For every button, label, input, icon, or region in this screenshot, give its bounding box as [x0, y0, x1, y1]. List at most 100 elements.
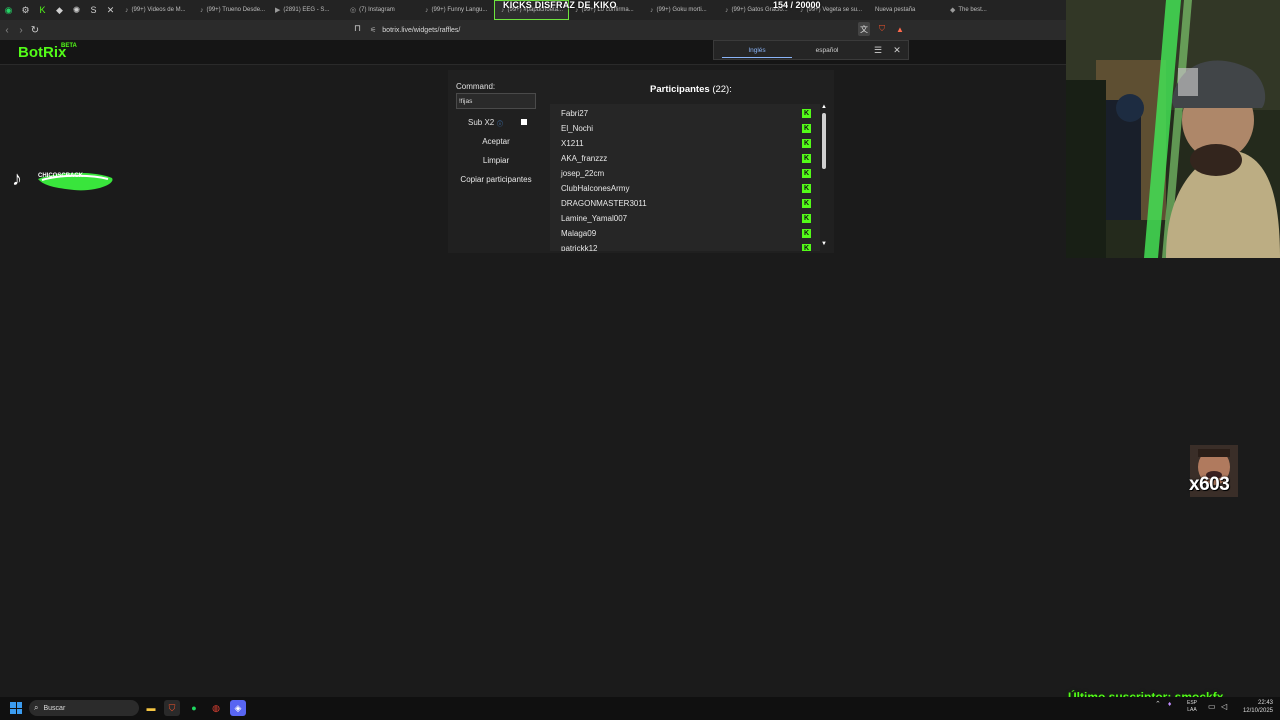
muted-icon[interactable]: ✕: [102, 0, 119, 20]
tiktok-icon: ♪: [12, 168, 22, 190]
windows-start-icon[interactable]: [10, 702, 22, 714]
participant-name: josep_22cm: [561, 168, 605, 178]
back-icon[interactable]: ‹: [0, 20, 14, 40]
participant-name: patrickk12: [561, 243, 598, 252]
site-settings-icon[interactable]: ⚟: [370, 26, 376, 34]
close-icon[interactable]: ✕: [890, 45, 904, 56]
diamond-icon[interactable]: ◆: [51, 0, 68, 20]
browser-tab[interactable]: ◎ (7) Instagram: [344, 0, 419, 20]
stream-title: KICKS DISFRAZ DE KIKO: [503, 0, 617, 10]
participant-row: Lamine_Yamal007 K: [561, 211, 811, 225]
kick-badge-icon: K: [802, 123, 811, 133]
tab-favicon-icon: ♪: [125, 6, 129, 14]
participant-row: X1211 K: [561, 136, 811, 150]
brave-browser-icon[interactable]: ⛉: [164, 700, 180, 716]
tab-label: (99+) Funny Langu...: [431, 7, 488, 13]
tray-chevron-icon[interactable]: ⌃: [1155, 700, 1161, 708]
tab-label: (99+) Trueno Desde...: [206, 7, 266, 13]
copy-participants-button[interactable]: Copiar participantes: [453, 173, 539, 187]
participants-count: (22):: [712, 84, 732, 95]
browser-tab[interactable]: ◆ The best...: [944, 0, 1019, 20]
translate-popup: Inglés español ☰ ✕: [713, 40, 909, 60]
translate-icon[interactable]: 文: [858, 22, 870, 36]
scrollbar-thumb[interactable]: [822, 113, 826, 169]
tray-lang-2: LAA: [1187, 707, 1197, 713]
volume-icon[interactable]: ◁: [1221, 702, 1227, 711]
address-bar[interactable]: ⚟ botrix.live/widgets/raffles/: [370, 23, 860, 37]
brave-rewards-icon[interactable]: ▲: [894, 22, 906, 36]
browser-tab[interactable]: ♪ (99+) Funny Langu...: [419, 0, 494, 20]
bookmark-icon[interactable]: ⊓: [354, 23, 361, 34]
tab-label: (99+) Goku morti...: [656, 7, 707, 13]
url-text: botrix.live/widgets/raffles/: [382, 26, 461, 34]
search-placeholder: Buscar: [43, 704, 66, 712]
sub-x2-label: Sub X2: [468, 118, 495, 127]
kick-badge-icon: K: [802, 228, 811, 238]
command-input[interactable]: [456, 93, 536, 109]
scroll-up-arrow-icon[interactable]: ▲: [820, 104, 828, 110]
kick-badge-icon: K: [802, 138, 811, 148]
participant-name: AKA_franzzz: [561, 153, 608, 163]
command-label: Command:: [456, 82, 496, 91]
browser-tab[interactable]: Nueva pestaña: [869, 0, 944, 20]
clock-time: 22:43: [1257, 700, 1273, 706]
reload-icon[interactable]: ↻: [28, 20, 42, 40]
chatgpt-icon[interactable]: ✺: [68, 0, 85, 20]
kick-badge-icon: K: [802, 213, 811, 223]
network-icon[interactable]: ▭: [1208, 702, 1216, 711]
discord-icon[interactable]: ◈: [230, 700, 246, 716]
chrome-icon[interactable]: ◍: [208, 700, 224, 716]
system-clock[interactable]: 22:43 12/10/2025: [1238, 699, 1273, 715]
tab-label: The best...: [958, 7, 987, 13]
lang-target-tab[interactable]: español: [792, 41, 862, 60]
menu-icon[interactable]: ☰: [871, 45, 885, 56]
brave-shield-icon[interactable]: ⛉: [876, 22, 888, 36]
s-icon[interactable]: S: [85, 0, 102, 20]
tab-favicon-icon: ♪: [650, 6, 654, 14]
kick-icon[interactable]: K: [34, 0, 51, 20]
clear-button[interactable]: Limpiar: [453, 154, 539, 168]
participants-title: Participantes (22):: [650, 84, 732, 95]
spotify-icon[interactable]: ●: [186, 700, 202, 716]
whatsapp-icon[interactable]: ◉: [0, 0, 17, 20]
participant-row: ClubHalconesArmy K: [561, 181, 811, 195]
browser-tab[interactable]: ♪ (99+) Trueno Desde...: [194, 0, 269, 20]
input-language[interactable]: ESP LAA: [1187, 700, 1197, 714]
botrix-logo[interactable]: BotRix: [18, 44, 66, 61]
browser-tab[interactable]: ♪ (99+) Goku morti...: [644, 0, 719, 20]
kick-badge-icon: K: [802, 243, 811, 251]
participant-row: AKA_franzzz K: [561, 151, 811, 165]
participant-name: El_Nochi: [561, 123, 594, 133]
kick-badge-icon: K: [802, 168, 811, 178]
accept-button[interactable]: Aceptar: [453, 135, 539, 149]
tray-mic-icon[interactable]: ♦: [1168, 701, 1172, 708]
scroll-down-arrow-icon[interactable]: ▼: [820, 241, 828, 247]
taskbar-search[interactable]: ⌕ Buscar: [29, 700, 139, 716]
info-icon[interactable]: ⓘ: [497, 119, 503, 128]
participant-row: DRAGONMASTER3011 K: [561, 196, 811, 210]
tab-label: Nueva pestaña: [875, 7, 916, 13]
file-explorer-icon[interactable]: ▬: [143, 700, 159, 716]
lang-source-tab[interactable]: Inglés: [722, 41, 792, 60]
participant-name: DRAGONMASTER3011: [561, 198, 647, 208]
tab-favicon-icon: ▶: [275, 7, 281, 14]
tab-label: (7) Instagram: [359, 7, 395, 13]
browser-tab[interactable]: ♪ (99+) Videos de M...: [119, 0, 194, 20]
participant-row: Malaga09 K: [561, 226, 811, 240]
participant-name: X1211: [561, 138, 584, 148]
forward-icon[interactable]: ›: [14, 20, 28, 40]
stream-counter: 154 / 20000: [773, 0, 821, 10]
browser-tab[interactable]: ▶ (2891) EEG - S...: [269, 0, 344, 20]
participant-name: Fabri27: [561, 108, 589, 118]
participant-name: Lamine_Yamal007: [561, 213, 628, 223]
participants-list[interactable]: Fabri27 K El_Nochi K X1211 K AKA_franzzz Kjosep…: [550, 104, 820, 251]
kick-badge-icon: K: [802, 153, 811, 163]
tab-label: (2891) EEG - S...: [283, 7, 330, 13]
webcam-feed: [1066, 0, 1280, 258]
tab-favicon-icon: ◆: [950, 7, 956, 14]
kick-badge-icon: K: [802, 183, 811, 193]
participant-row: El_Nochi K: [561, 121, 811, 135]
sub-x2-checkbox[interactable]: [521, 119, 527, 125]
settings-icon[interactable]: ⚙: [17, 0, 34, 20]
kick-badge-icon: K: [802, 108, 811, 118]
